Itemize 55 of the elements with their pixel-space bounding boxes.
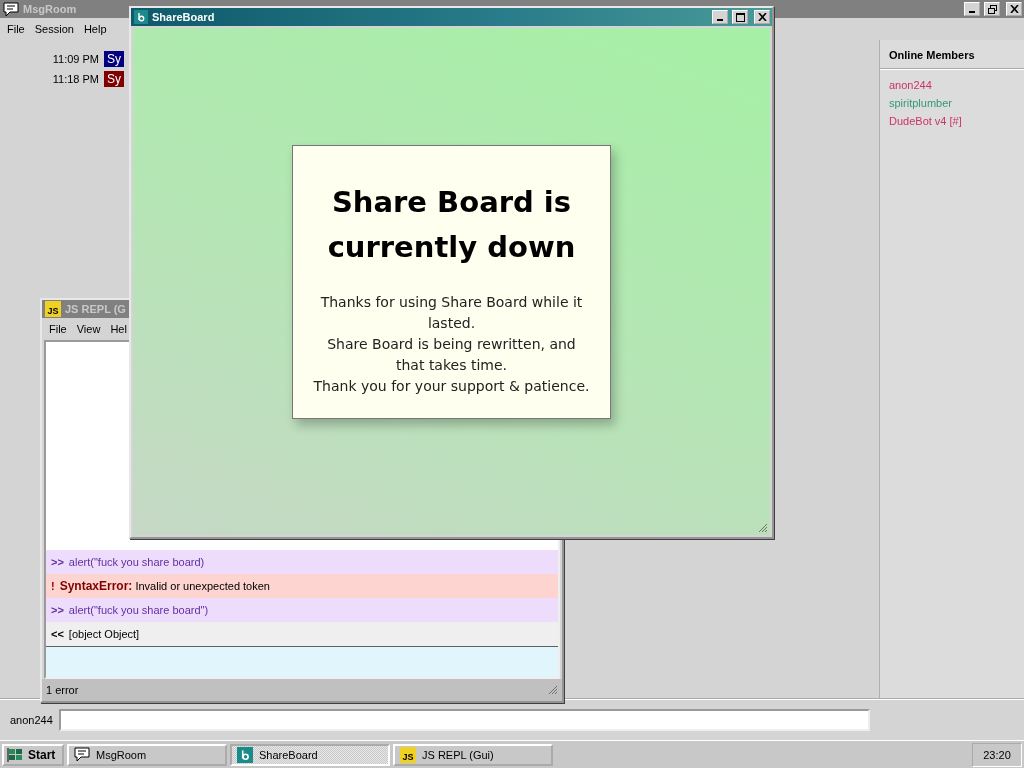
message-time: 11:18 PM: [51, 73, 100, 85]
maximize-button[interactable]: [732, 10, 748, 24]
notice-heading: Share Board is currently down: [326, 183, 577, 266]
windows-logo-icon: [7, 746, 25, 763]
prompt-marker: >>: [51, 604, 64, 616]
close-icon: [757, 13, 767, 21]
close-icon: [1009, 5, 1019, 13]
menu-item[interactable]: View: [71, 323, 106, 335]
prompt-marker: >>: [51, 556, 64, 568]
minimize-button[interactable]: [712, 10, 728, 24]
message-input[interactable]: [58, 709, 870, 731]
chat-icon: [3, 1, 19, 17]
js-icon: JS: [45, 301, 61, 317]
sender-label: Sy: [104, 51, 124, 67]
resize-grip-icon[interactable]: [758, 523, 768, 533]
menu-item[interactable]: Session: [29, 23, 79, 35]
prompt-marker: !: [51, 580, 55, 592]
sender-label: Sy: [104, 71, 124, 87]
console-text: SyntaxError: Invalid or unexpected token: [59, 579, 270, 593]
message-time: 11:09 PM: [51, 53, 100, 65]
console-text: alert("fuck you share board"): [68, 604, 209, 616]
start-button[interactable]: Start: [2, 743, 64, 766]
minimize-button[interactable]: [964, 2, 980, 16]
status-text: 1 error: [46, 684, 79, 696]
console-input[interactable]: [46, 646, 558, 677]
close-button[interactable]: [754, 10, 770, 24]
menu-item[interactable]: File: [2, 23, 30, 35]
notice-text: Thanks for using Share Board while it lasted.: [319, 292, 584, 333]
resize-grip-icon[interactable]: [548, 685, 558, 695]
taskbar-button[interactable]: MsgRoom: [67, 743, 227, 766]
chat-icon: [74, 747, 90, 762]
console-text: [object Object]: [68, 628, 140, 640]
username-label: anon244: [10, 714, 53, 726]
menu-item[interactable]: Help: [78, 23, 112, 35]
console-text: alert("fuck you share board): [68, 556, 205, 568]
taskbar-button[interactable]: ShareBoard: [230, 743, 390, 766]
window-title: MsgRoom: [23, 3, 78, 15]
menu-item[interactable]: File: [44, 323, 72, 335]
board-icon: [237, 746, 253, 763]
taskbar-button[interactable]: JS JS REPL (Gui): [393, 743, 553, 766]
board-icon: [134, 10, 148, 24]
menu-item[interactable]: Hel: [105, 323, 132, 335]
restore-button[interactable]: [984, 2, 1000, 16]
js-icon: JS: [400, 746, 416, 763]
restore-icon: [987, 4, 997, 14]
maximize-icon: [735, 12, 745, 22]
notice-text: Share Board is being rewritten, and that takes time.: [326, 334, 577, 375]
member-name[interactable]: anon244: [880, 76, 1024, 94]
close-button[interactable]: [1006, 2, 1022, 16]
members-heading: Online Members: [880, 40, 1024, 70]
clock: 23:20: [972, 742, 1022, 767]
member-name[interactable]: DudeBot v4 [#]: [880, 112, 1024, 130]
prompt-marker: <<: [51, 628, 64, 640]
window-title: ShareBoard: [152, 11, 216, 23]
notice-text: Thank you for your support & patience.: [313, 376, 590, 396]
